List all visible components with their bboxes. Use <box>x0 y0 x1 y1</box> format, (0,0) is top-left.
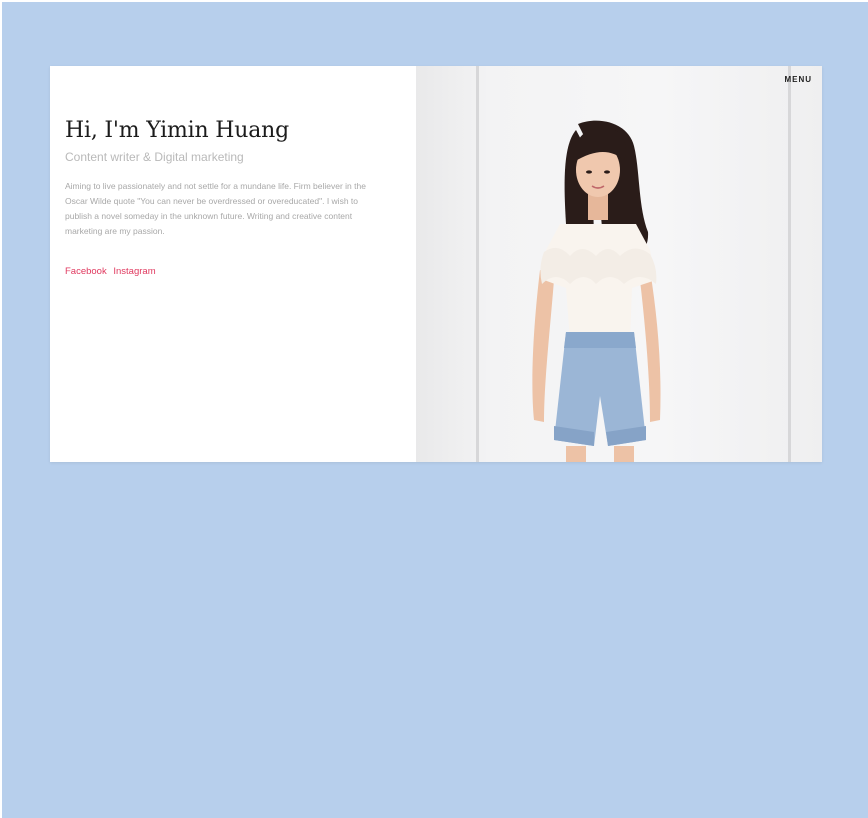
page-title: Hi, I'm Yimin Huang <box>65 118 289 143</box>
instagram-link[interactable]: Instagram <box>113 266 155 277</box>
profile-photo: MENU <box>416 66 822 462</box>
profile-card: Hi, I'm Yimin Huang Content writer & Dig… <box>50 66 822 462</box>
page: Hi, I'm Yimin Huang Content writer & Dig… <box>0 0 868 818</box>
facebook-link[interactable]: Facebook <box>65 266 107 277</box>
person-illustration <box>532 120 661 462</box>
page-subtitle: Content writer & Digital marketing <box>65 150 244 164</box>
intro-panel: Hi, I'm Yimin Huang Content writer & Dig… <box>50 66 416 462</box>
wall-panel-edge <box>788 66 791 462</box>
wall-panel-edge <box>476 66 479 462</box>
bio-text: Aiming to live passionately and not sett… <box>65 181 366 236</box>
menu-button[interactable]: MENU <box>784 75 812 84</box>
social-links: Facebook Instagram <box>65 266 160 277</box>
